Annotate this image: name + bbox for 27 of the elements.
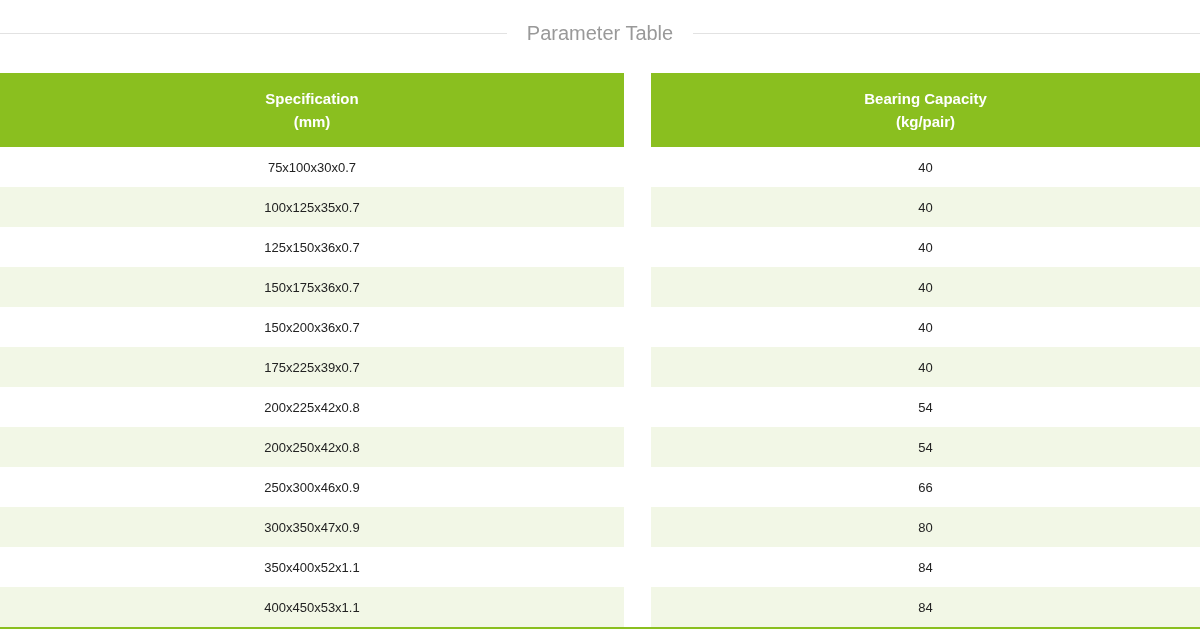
table-cell: 150x175x36x0.7 xyxy=(0,267,624,307)
table-cell-text: 40 xyxy=(917,158,934,177)
table-cell-text: 200x225x42x0.8 xyxy=(263,398,361,417)
table-cell: 200x250x42x0.8 xyxy=(0,427,624,467)
table-cell-text: 40 xyxy=(917,318,934,337)
table-cell: 400x450x53x1.1 xyxy=(0,587,624,627)
table-cell: 40 xyxy=(651,267,1200,307)
table-cell: 80 xyxy=(651,507,1200,547)
table-cell: 40 xyxy=(651,187,1200,227)
column-header: Specification (mm) xyxy=(0,73,624,147)
table-cell-text: 54 xyxy=(917,398,934,417)
table-cell: 175x225x39x0.7 xyxy=(0,347,624,387)
table-cell: 84 xyxy=(651,587,1200,627)
table-cell: 100x125x35x0.7 xyxy=(0,187,624,227)
table-cell-text: 66 xyxy=(917,478,934,497)
page-title: Parameter Table xyxy=(525,22,675,45)
table-cell-text: 250x300x46x0.9 xyxy=(263,478,361,497)
table-cell-text: 350x400x52x1.1 xyxy=(263,558,361,577)
column-header: Bearing Capacity (kg/pair) xyxy=(651,73,1200,147)
table-cell-text: 84 xyxy=(917,558,934,577)
table-cell-text: 150x200x36x0.7 xyxy=(263,318,361,337)
table-cell-text: 125x150x36x0.7 xyxy=(263,238,361,257)
table-cell-text: 75x100x30x0.7 xyxy=(266,158,358,177)
table-cell: 54 xyxy=(651,427,1200,467)
table-cell: 40 xyxy=(651,347,1200,387)
table-cell-text: 40 xyxy=(917,238,934,257)
table-cell: 300x350x47x0.9 xyxy=(0,507,624,547)
